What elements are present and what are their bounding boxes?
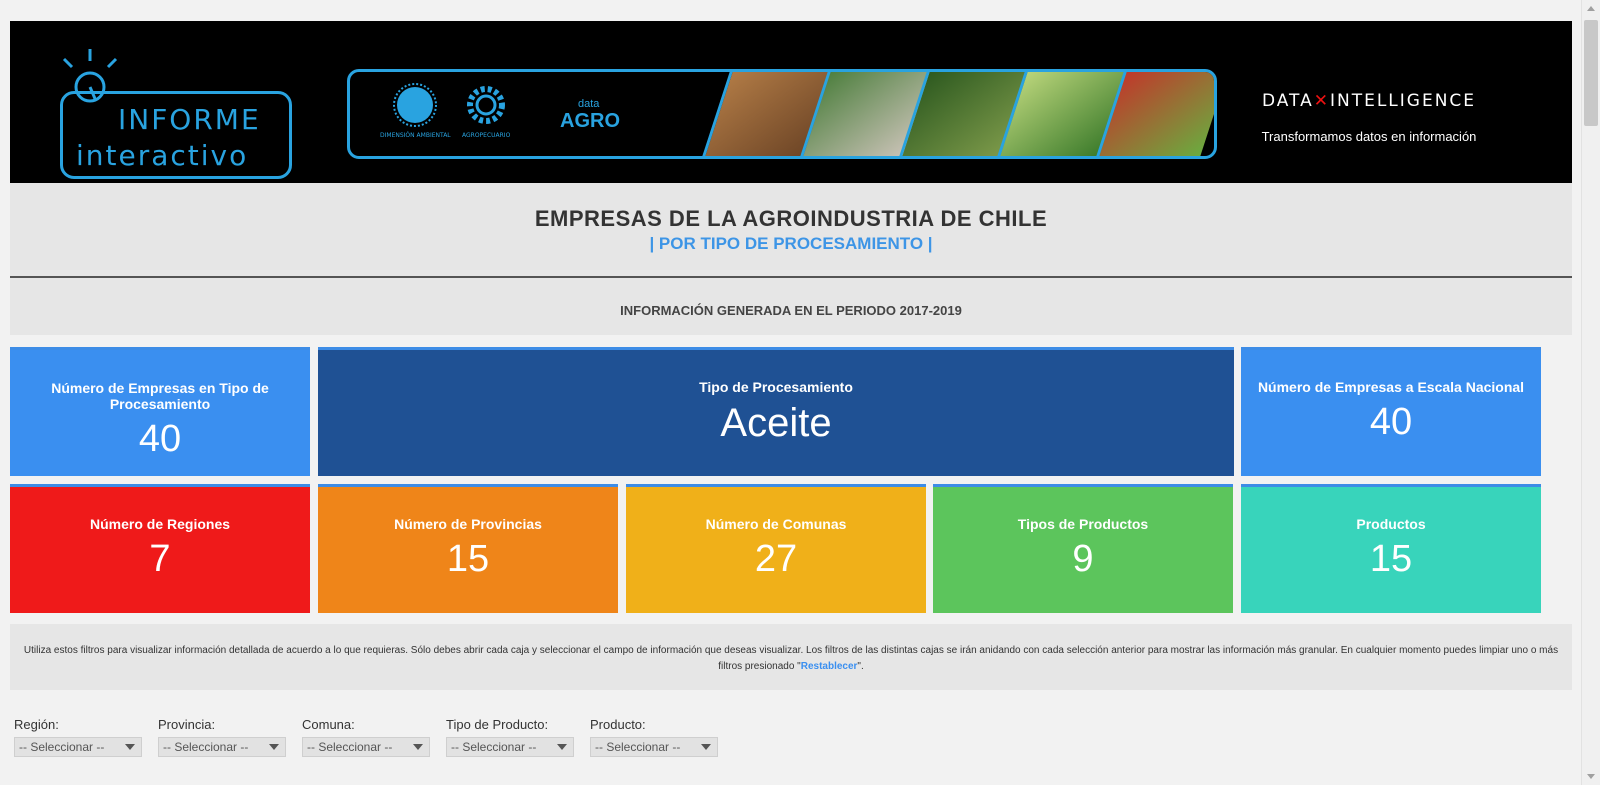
chevron-down-icon — [269, 744, 279, 750]
period-note: INFORMACIÓN GENERADA EN EL PERIODO 2017-… — [10, 278, 1572, 335]
kpi-productos: Productos 15 — [1241, 484, 1541, 613]
agropecuario-logo: AGROPECUARIO — [462, 82, 510, 139]
x-mark-icon: ✕ — [1313, 91, 1330, 111]
dimension-ambiental-logo: DIMENSIÓN AMBIENTAL — [380, 82, 451, 139]
kpi-provincias: Número de Provincias 15 — [318, 484, 618, 613]
kpi-empresas-nacional: Número de Empresas a Escala Nacional 40 — [1241, 347, 1541, 476]
logo-line1: INFORME — [118, 103, 261, 136]
vertical-scrollbar[interactable] — [1581, 0, 1600, 785]
sun-seal-icon — [393, 83, 438, 127]
partners-banner: DIMENSIÓN AMBIENTAL AGROPECUARIO data AG… — [347, 69, 1217, 159]
scroll-down-arrow-icon[interactable] — [1587, 774, 1595, 779]
scroll-up-arrow-icon[interactable] — [1587, 6, 1595, 11]
kpi-regiones: Número de Regiones 7 — [10, 484, 310, 613]
title-area: EMPRESAS DE LA AGROINDUSTRIA DE CHILE | … — [10, 183, 1572, 278]
restablecer-link[interactable]: Restablecer — [801, 661, 858, 672]
agro-photo-strip — [702, 72, 1214, 156]
filter-tipo-producto: Tipo de Producto: -- Seleccionar -- — [446, 717, 574, 757]
kpi-tipos-productos: Tipos de Productos 9 — [933, 484, 1233, 613]
filter-comuna: Comuna: -- Seleccionar -- — [302, 717, 430, 757]
chevron-down-icon — [557, 744, 567, 750]
data-intelligence-logo: DATA✕INTELLIGENCE Transformamos datos en… — [1228, 91, 1510, 144]
page-title: EMPRESAS DE LA AGROINDUSTRIA DE CHILE — [534, 206, 1048, 231]
data-agro-logo: data AGRO — [560, 98, 620, 132]
kpi-comunas: Número de Comunas 27 — [626, 484, 926, 613]
kpi-empresas-tipo: Número de Empresas en Tipo de Procesamie… — [10, 347, 310, 476]
filter-producto: Producto: -- Seleccionar -- — [590, 717, 718, 757]
producto-select[interactable]: -- Seleccionar -- — [590, 737, 718, 757]
provincia-select[interactable]: -- Seleccionar -- — [158, 737, 286, 757]
header-banner: INFORME interactivo DIMENSIÓN AMBIENTAL … — [10, 21, 1572, 183]
tagline: Transformamos datos en información — [1261, 129, 1477, 144]
logo-line2: interactivo — [76, 139, 249, 172]
kpi-tipo-procesamiento: Tipo de Procesamiento Aceite — [318, 347, 1234, 476]
chevron-down-icon — [701, 744, 711, 750]
scroll-thumb[interactable] — [1584, 20, 1598, 126]
filter-provincia: Provincia: -- Seleccionar -- — [158, 717, 286, 757]
tipo-producto-select[interactable]: -- Seleccionar -- — [446, 737, 574, 757]
informe-interactivo-logo: INFORME interactivo — [48, 45, 298, 179]
chevron-down-icon — [413, 744, 423, 750]
gear-icon — [467, 86, 506, 124]
region-select[interactable]: -- Seleccionar -- — [14, 737, 142, 757]
filters-help-text: Utiliza estos filtros para visualizar in… — [10, 624, 1572, 690]
filter-region: Región: -- Seleccionar -- — [14, 717, 142, 757]
page-subtitle: | POR TIPO DE PROCESAMIENTO | — [649, 234, 933, 253]
page: INFORME interactivo DIMENSIÓN AMBIENTAL … — [10, 21, 1572, 335]
chevron-down-icon — [125, 744, 135, 750]
comuna-select[interactable]: -- Seleccionar -- — [302, 737, 430, 757]
